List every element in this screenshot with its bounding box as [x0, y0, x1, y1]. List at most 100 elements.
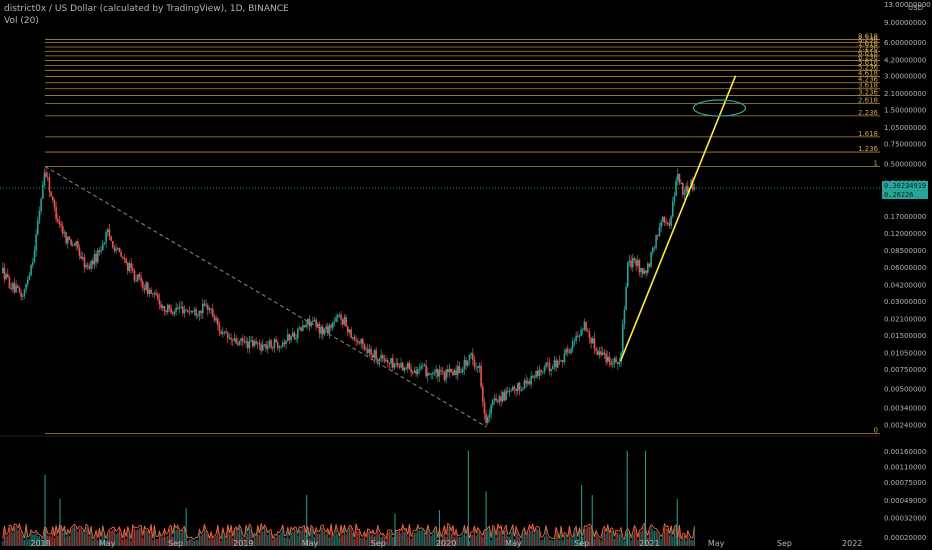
candle-body [258, 343, 261, 345]
candle-body [256, 343, 259, 345]
yellow-trendline[interactable] [619, 75, 747, 362]
candle-body [645, 270, 647, 273]
candle-body [660, 221, 662, 228]
candle-body [606, 356, 609, 362]
candle-body [455, 370, 457, 375]
candle-body [416, 369, 419, 375]
candle-body [211, 309, 214, 317]
candle-body [111, 240, 114, 248]
candle-body [363, 344, 366, 350]
candle-body [530, 376, 532, 385]
candle-body [271, 347, 274, 349]
candle-body [46, 177, 49, 178]
candle-body [401, 362, 404, 371]
candle-body [80, 255, 82, 259]
candle-body [490, 404, 492, 414]
price-tick-label: 2.10000000 [884, 90, 926, 98]
candle-body [598, 351, 601, 356]
candle-body [483, 401, 486, 415]
candle-body [310, 321, 312, 327]
candle-body [251, 340, 254, 347]
candle-body [28, 275, 31, 280]
candle-body [178, 307, 181, 309]
candle-body [548, 362, 551, 372]
candle-body [331, 322, 334, 328]
candle-body [25, 284, 27, 290]
candle-body [648, 263, 651, 267]
candle-body [485, 414, 487, 423]
candle-body [680, 183, 682, 184]
candle-body [200, 310, 202, 314]
candle-body [291, 332, 294, 337]
candle-body [106, 229, 109, 232]
candle-body [585, 321, 587, 331]
candle-body [90, 260, 92, 269]
candle-body [261, 344, 264, 351]
candle-body [430, 374, 432, 375]
candle-body [6, 274, 9, 277]
price-tick-label: 4.20000000 [884, 56, 926, 64]
candle-body [140, 277, 142, 282]
fib-level-label: 1 [874, 159, 878, 167]
price-tick-label: 0.00340000 [884, 405, 926, 413]
candle-body [583, 321, 586, 330]
candle-body [383, 358, 386, 362]
candle-body [55, 207, 57, 219]
candle-body [133, 270, 136, 281]
price-tick-label: 0.00750000 [884, 366, 926, 374]
candle-body [386, 360, 389, 363]
candle-body [156, 294, 159, 300]
candle-body [655, 234, 657, 248]
candle-body [578, 335, 581, 337]
candle-body [668, 223, 671, 226]
candle-body [591, 338, 594, 344]
time-tick-label: Sep [777, 539, 792, 548]
candle-body [623, 309, 626, 325]
candle-body [421, 365, 424, 367]
candle-body [533, 377, 536, 379]
candle-body [118, 248, 121, 253]
candle-body [511, 386, 514, 391]
price-chart[interactable]: 011.2361.6182.2362.6183.2363.6184.2364.6… [0, 0, 932, 550]
candle-body [131, 267, 134, 271]
candle-body [286, 334, 289, 341]
candle-body [601, 352, 604, 355]
candle-body [155, 293, 157, 295]
candle-body [646, 263, 649, 273]
dashed-diagonal-line[interactable] [44, 165, 487, 428]
candle-body [593, 338, 596, 350]
candle-body [273, 339, 276, 349]
candle-body [461, 369, 464, 373]
candle-body [73, 244, 76, 246]
candle-body [536, 370, 539, 376]
candle-body [20, 292, 22, 297]
candle-body [158, 299, 161, 305]
candle-body [21, 295, 24, 297]
candle-body [683, 192, 686, 195]
candle-body [215, 318, 217, 321]
candle-body [480, 365, 482, 387]
volume-tick-label: 0.00075000 [884, 479, 926, 487]
candle-body [395, 362, 397, 364]
candle-body [371, 354, 374, 358]
candle-body [311, 321, 314, 322]
candle-body [231, 339, 234, 341]
candle-body [303, 325, 306, 327]
candle-body [495, 398, 497, 401]
candle-body [391, 358, 394, 368]
candle-body [116, 248, 119, 249]
candle-body [528, 381, 531, 385]
price-tick-label: 0.02100000 [884, 315, 926, 323]
price-tick-label: 0.01050000 [884, 349, 926, 357]
candle-body [558, 360, 561, 362]
candle-body [350, 329, 352, 338]
candle-body [301, 325, 304, 331]
candle-body [196, 315, 199, 317]
candle-body [456, 365, 459, 375]
candle-body [171, 312, 174, 315]
candle-body [15, 285, 17, 293]
candle-body [665, 222, 667, 223]
candle-body [41, 185, 44, 199]
candle-body [225, 331, 227, 333]
candle-body [436, 369, 439, 377]
